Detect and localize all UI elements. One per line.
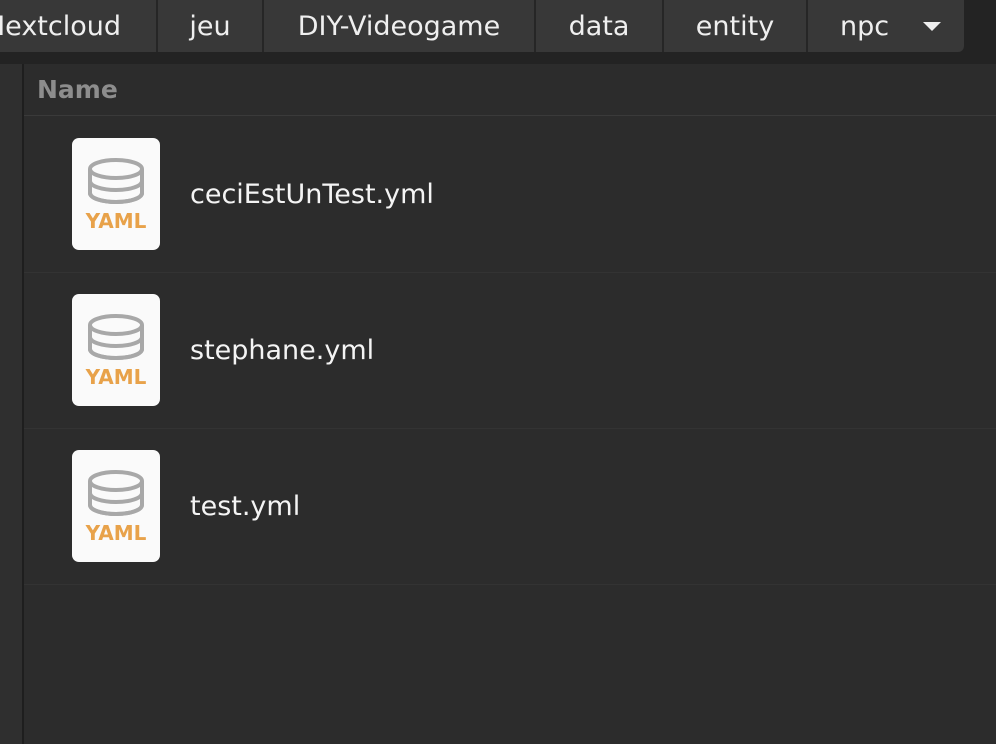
file-row[interactable]: YAML stephane.yml — [24, 272, 996, 429]
breadcrumb-label: data — [568, 10, 630, 42]
file-name: test.yml — [190, 490, 301, 522]
path-bar: Nextcloud jeu DIY-Videogame data entity … — [0, 0, 996, 64]
breadcrumb-data[interactable]: data — [536, 0, 664, 52]
file-list: Name YAML ceciEstUnTest.yml YAML stephan… — [24, 64, 996, 744]
column-header-name[interactable]: Name — [24, 64, 996, 116]
file-row[interactable]: YAML test.yml — [24, 428, 996, 585]
breadcrumb-label: npc — [840, 10, 890, 42]
yaml-file-icon: YAML — [72, 138, 160, 250]
yaml-file-icon: YAML — [72, 450, 160, 562]
breadcrumb-jeu[interactable]: jeu — [158, 0, 264, 52]
breadcrumb-label: Nextcloud — [0, 10, 121, 42]
file-name: stephane.yml — [190, 334, 375, 366]
breadcrumb: Nextcloud jeu DIY-Videogame data entity … — [0, 0, 964, 52]
breadcrumb-npc[interactable]: npc — [808, 0, 964, 52]
breadcrumb-entity[interactable]: entity — [664, 0, 808, 52]
yaml-badge: YAML — [85, 209, 147, 233]
file-name: ceciEstUnTest.yml — [190, 178, 434, 210]
breadcrumb-diy-videogame[interactable]: DIY-Videogame — [264, 0, 536, 52]
sidebar-edge — [0, 64, 24, 744]
yaml-badge: YAML — [85, 521, 147, 545]
yaml-badge: YAML — [85, 365, 147, 389]
yaml-file-icon: YAML — [72, 294, 160, 406]
breadcrumb-label: entity — [695, 10, 775, 42]
pan-down-icon[interactable] — [923, 21, 942, 31]
breadcrumb-nextcloud[interactable]: Nextcloud — [0, 0, 158, 52]
breadcrumb-label: DIY-Videogame — [297, 10, 501, 42]
column-header-label: Name — [37, 75, 118, 104]
breadcrumb-label: jeu — [189, 10, 231, 42]
file-row[interactable]: YAML ceciEstUnTest.yml — [24, 116, 996, 273]
